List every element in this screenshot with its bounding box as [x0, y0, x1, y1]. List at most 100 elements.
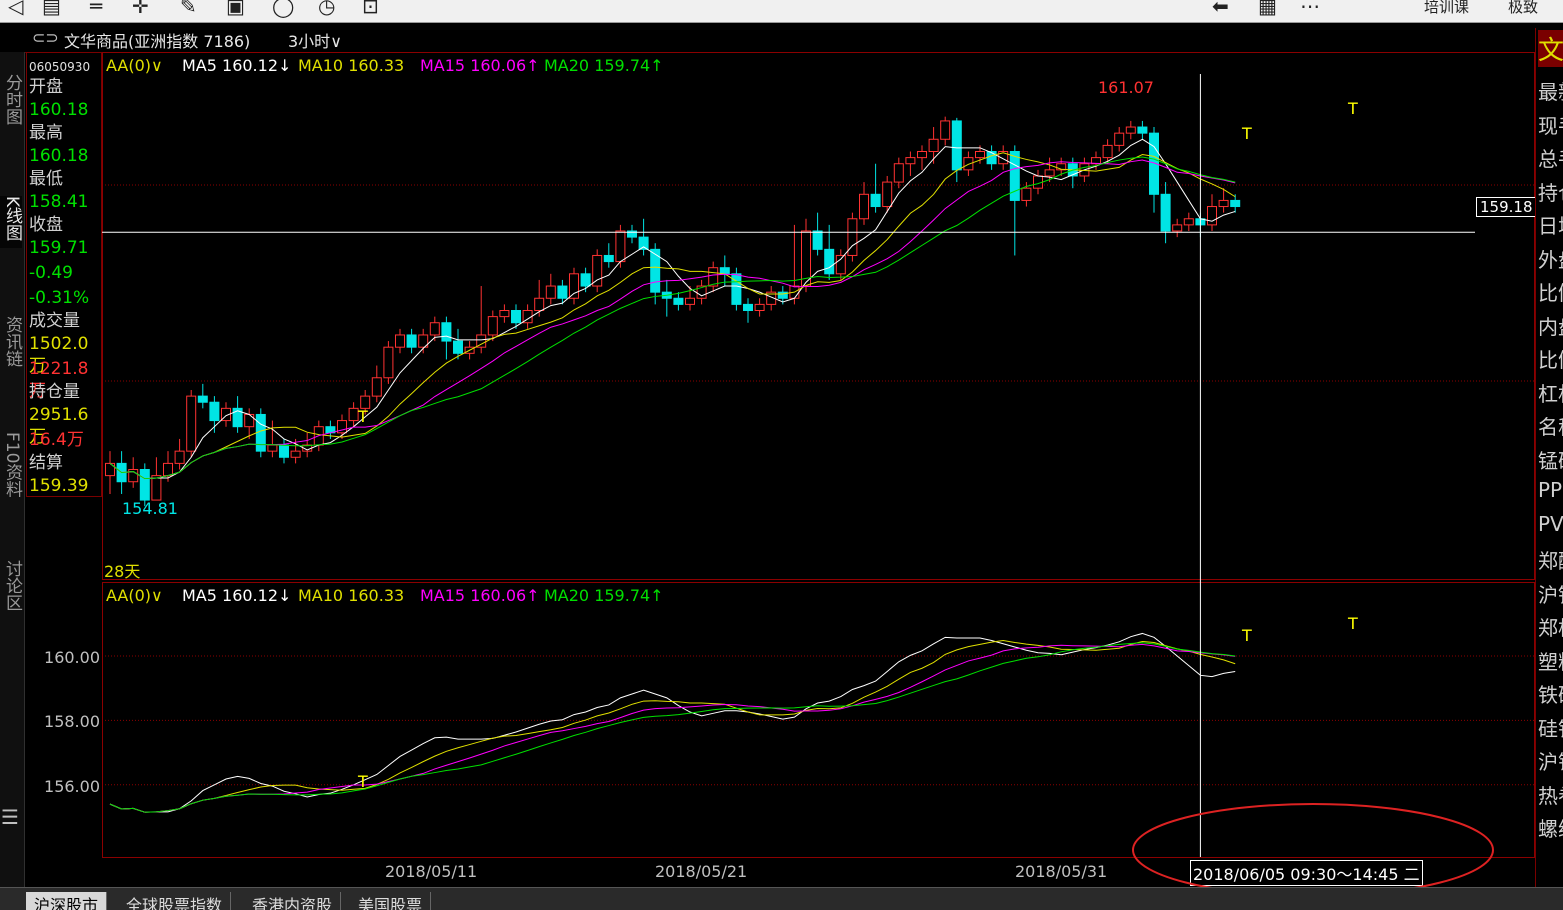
aa-selector-sub[interactable]: AA(0)∨	[106, 586, 163, 605]
sub-legend-ma20: MA20 159.74↑	[544, 586, 664, 605]
candle-body	[673, 297, 684, 305]
time-icon[interactable]: ◷	[318, 0, 335, 18]
candle-body	[186, 395, 197, 452]
right-panel-item[interactable]: 外盘	[1538, 244, 1563, 273]
candle-body	[545, 285, 556, 299]
sub-y-tick: 158.00	[44, 712, 100, 731]
t-marker: T	[1348, 614, 1358, 633]
right-panel-header[interactable]: 文	[1538, 30, 1563, 67]
chart-icon[interactable]: ⊡	[362, 0, 379, 18]
annotation-ellipse	[1132, 803, 1494, 897]
candle-body	[870, 193, 881, 208]
right-panel-item[interactable]: 杠杆	[1538, 378, 1563, 407]
draw-icon[interactable]: ✎	[180, 0, 197, 18]
right-panel-item[interactable]: PP	[1538, 478, 1562, 502]
candle-body	[719, 267, 730, 275]
sub-ma20-line	[109, 642, 1236, 813]
candle-body	[441, 322, 452, 342]
toolbar-item-extreme[interactable]: 极致	[1508, 0, 1538, 17]
candle-body	[163, 462, 173, 477]
right-panel-item[interactable]: 螺纹	[1538, 813, 1563, 842]
tab-sh-sz-stocks[interactable]: 沪深股市	[26, 892, 108, 910]
candle-body	[963, 157, 974, 171]
change-pct-value: -0.31%	[29, 288, 90, 308]
right-panel-item[interactable]: 郑棉	[1538, 612, 1563, 641]
candle-body	[151, 475, 162, 501]
chart-title-bar: ⊂⊃ 文华商品(亚洲指数 7186) 3小时∨	[0, 25, 1535, 53]
chevron-down-icon: ∨	[151, 56, 163, 75]
calc-icon[interactable]: ▦	[1258, 0, 1277, 18]
close-value: 159.71	[29, 238, 89, 258]
candle-body	[835, 254, 846, 275]
ma15-line	[109, 159, 1236, 480]
right-panel-item[interactable]: 内盘	[1538, 311, 1563, 340]
more-icon[interactable]: ⋯	[1300, 0, 1320, 18]
candle-body	[986, 151, 997, 165]
right-panel-item[interactable]: 比例	[1538, 344, 1563, 373]
candle-body	[1044, 169, 1055, 177]
right-panel-item[interactable]: 沪锌	[1538, 746, 1563, 775]
right-panel-item[interactable]: 现手	[1538, 110, 1563, 139]
line-icon[interactable]: ═	[90, 0, 102, 18]
tab-discussion[interactable]: 讨论区	[0, 560, 22, 618]
candle-body	[580, 273, 591, 287]
candle-body	[975, 151, 985, 159]
arrow-icon[interactable]: ⬅	[1212, 0, 1229, 18]
chart-canvas[interactable]	[102, 52, 1535, 859]
right-panel-item[interactable]: 塑料	[1538, 646, 1563, 675]
candle-body	[592, 254, 603, 287]
tab-f10[interactable]: F10资料	[0, 432, 22, 504]
aa-selector[interactable]: AA(0)∨	[106, 56, 163, 75]
bottom-tabs: 沪深股市 全球股票指数 香港内资股 美国股票	[0, 887, 1563, 910]
legend-ma15: MA15 160.06↑	[420, 56, 540, 75]
candle-body	[754, 303, 765, 311]
right-panel-item[interactable]: 沪铅	[1538, 579, 1563, 608]
candle-body	[893, 163, 904, 183]
tab-hk-h-shares[interactable]: 香港内资股	[244, 892, 342, 910]
right-panel-item[interactable]: 最新	[1538, 76, 1563, 105]
kline-chart[interactable]: AA(0)∨ MA5 160.12↓ MA10 160.33 MA15 160.…	[44, 52, 1537, 859]
period-selector[interactable]: 3小时∨	[288, 28, 342, 52]
tab-global-index[interactable]: 全球股票指数	[118, 892, 232, 910]
right-panel-item[interactable]: 郑醇	[1538, 545, 1563, 574]
toolbar-item-course[interactable]: 培训课	[1424, 0, 1469, 17]
right-panel-item[interactable]: 名称	[1538, 411, 1563, 440]
tab-us-stocks[interactable]: 美国股票	[350, 892, 432, 910]
right-panel-item[interactable]: PVC	[1538, 512, 1563, 536]
t-marker: T	[1348, 99, 1358, 118]
refresh-icon[interactable]: ◯	[272, 0, 294, 18]
left-tabs: 分时图 K线图 资讯链 F10资料 讨论区 ☰	[0, 52, 25, 887]
right-panel-item[interactable]: 比例	[1538, 277, 1563, 306]
chevron-down-icon: ∨	[151, 586, 163, 605]
back-icon[interactable]: ◁	[8, 0, 23, 18]
right-panel-item[interactable]: 硅铁	[1538, 713, 1563, 742]
candle-body	[371, 377, 382, 397]
right-panel-item[interactable]: 持仓	[1538, 177, 1563, 206]
candle-body	[105, 462, 115, 477]
link-icon[interactable]: ⊂⊃	[32, 28, 59, 47]
candle-body	[290, 450, 301, 458]
tab-timeshare[interactable]: 分时图	[0, 74, 22, 132]
candle-body	[348, 407, 359, 422]
instrument-title[interactable]: 文华商品(亚洲指数 7186)	[64, 28, 250, 52]
candle-body	[1021, 187, 1032, 201]
candle-body	[534, 297, 545, 311]
candle-body	[940, 120, 951, 140]
right-panel-item[interactable]: 锰硅	[1538, 445, 1563, 474]
grid-icon[interactable]: ▤	[42, 0, 61, 18]
tab-news-chain[interactable]: 资讯链	[0, 316, 22, 374]
tab-kline[interactable]: K线图	[0, 196, 22, 249]
right-panel-item[interactable]: 热卷	[1538, 780, 1563, 809]
sub-legend-ma15: MA15 160.06↑	[420, 586, 540, 605]
candle-body	[731, 273, 742, 305]
candle-body	[1230, 199, 1241, 208]
right-panel-item[interactable]: 总手	[1538, 143, 1563, 172]
menu-icon[interactable]: ☰	[1, 805, 19, 829]
candle-body	[1160, 193, 1171, 232]
window-icon[interactable]: ▣	[226, 0, 245, 18]
right-panel-item[interactable]: 日增	[1538, 210, 1563, 239]
low-value: 158.41	[29, 192, 89, 212]
cross-icon[interactable]: ✛	[132, 0, 149, 18]
right-panel-item[interactable]: 铁矿	[1538, 679, 1563, 708]
sub-legend-ma5: MA5 160.12↓	[182, 586, 292, 605]
